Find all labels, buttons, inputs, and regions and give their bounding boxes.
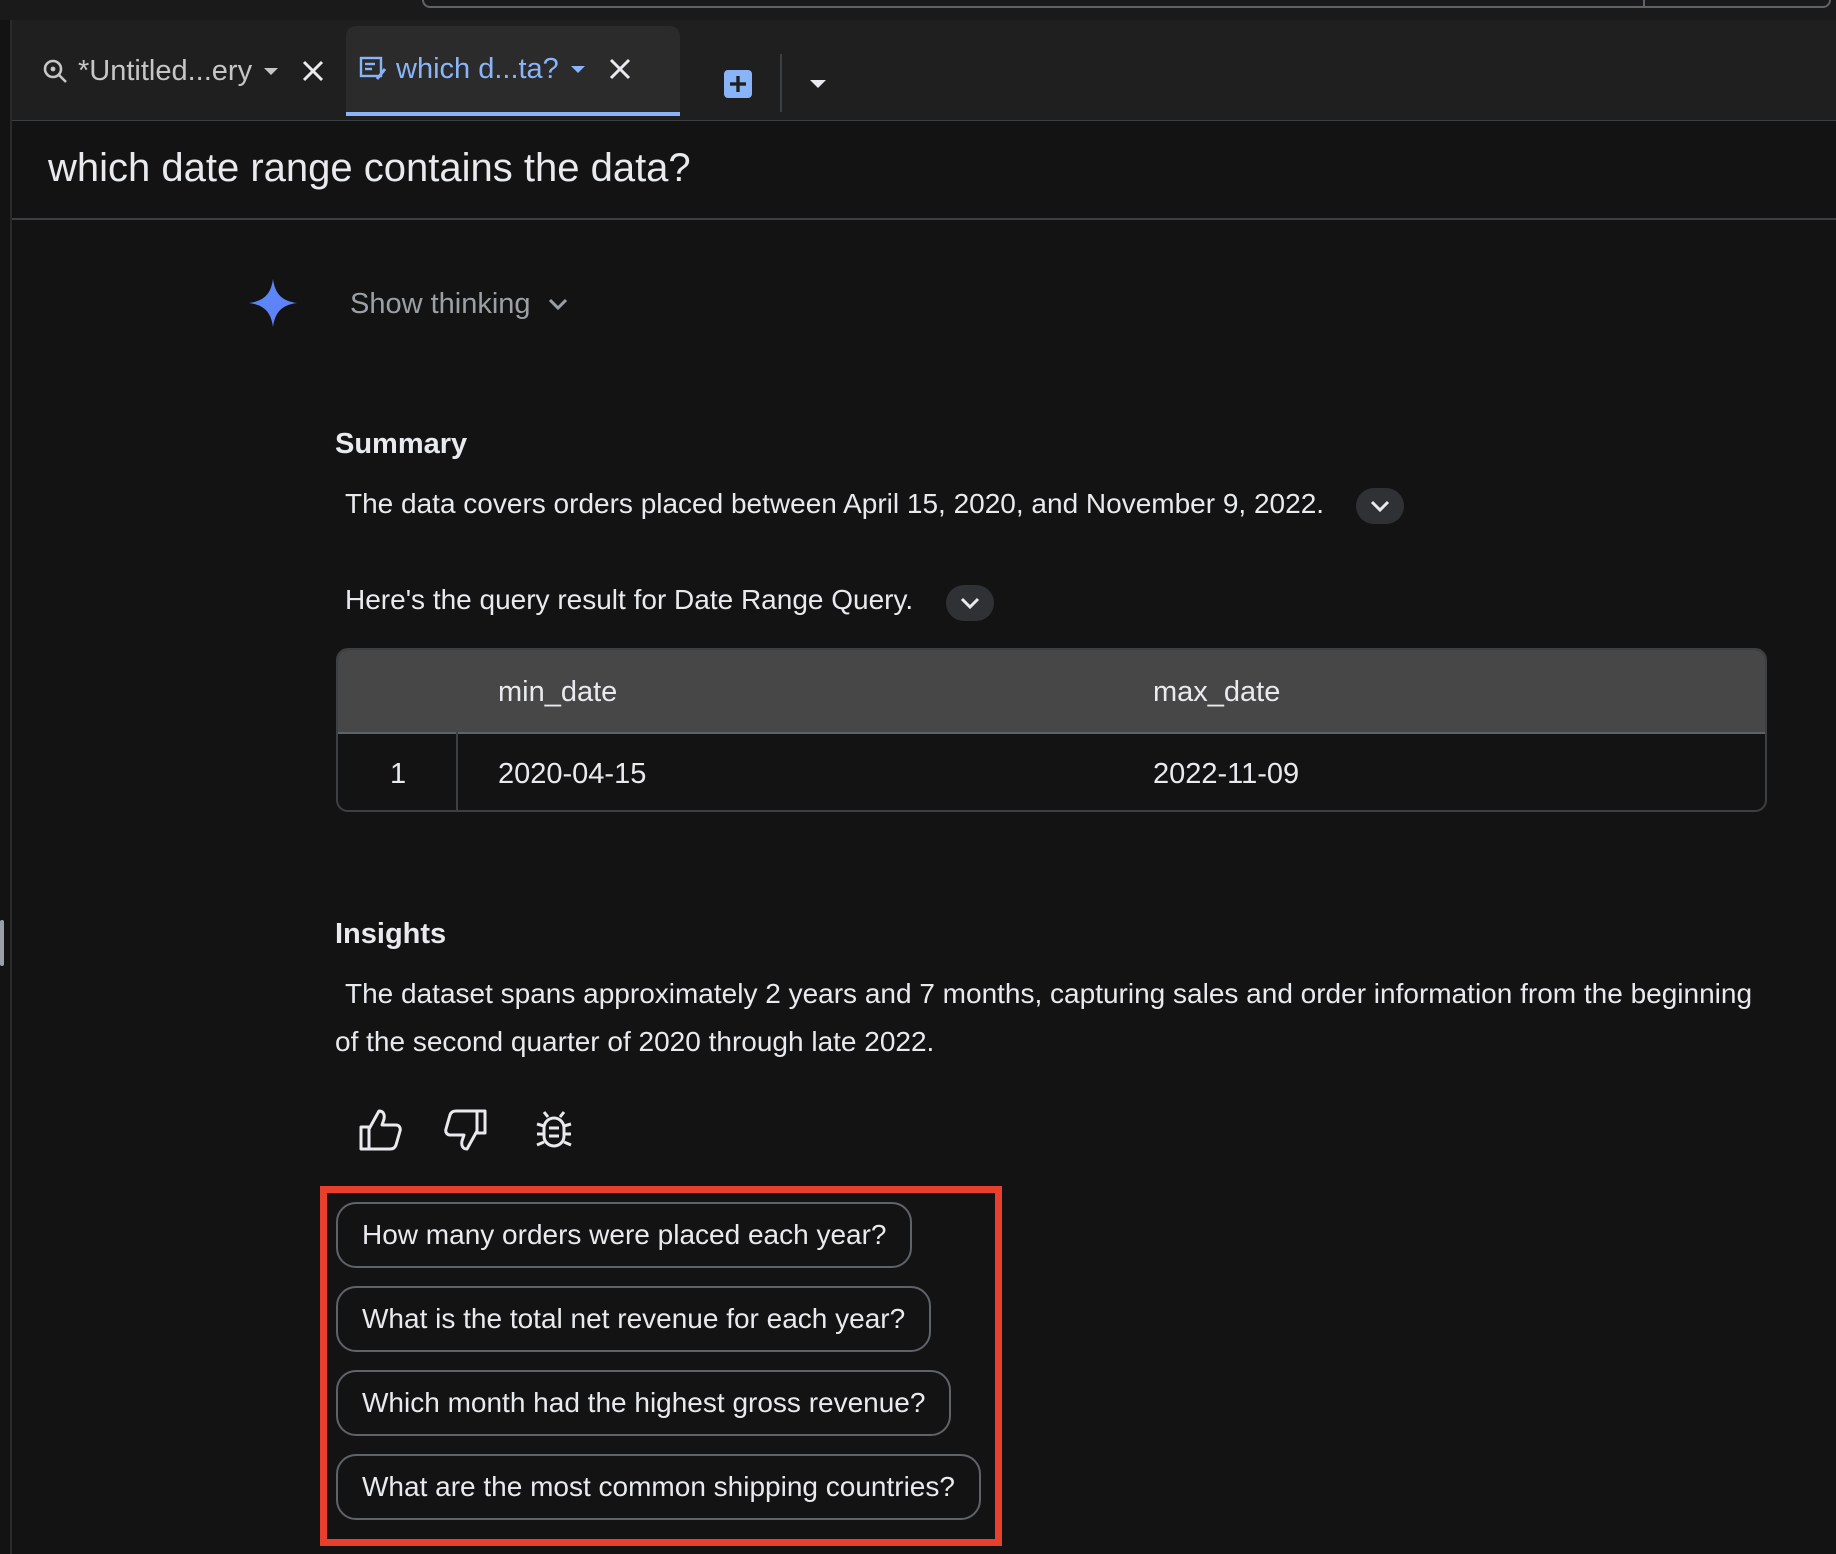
tab-which-data[interactable]: which d...ta? <box>346 26 680 116</box>
column-header-min-date[interactable]: min_date <box>498 676 617 709</box>
left-resize-handle[interactable] <box>0 920 4 966</box>
tab-label: which d...ta? <box>396 52 559 85</box>
insights-heading: Insights <box>335 918 447 950</box>
row-number-divider <box>456 732 458 810</box>
caret-down-icon <box>810 80 826 88</box>
more-tabs-button[interactable] <box>800 64 836 104</box>
close-icon[interactable] <box>603 52 637 86</box>
summary-expand-button[interactable] <box>1356 488 1404 524</box>
tab-untitled-query[interactable]: *Untitled...ery <box>28 26 344 116</box>
thumbs-down-icon <box>444 1109 487 1151</box>
chevron-down-icon <box>960 597 980 610</box>
tab-divider <box>780 54 782 112</box>
tab-label: *Untitled...ery <box>78 54 253 87</box>
query-result-table: min_date max_date 1 2020-04-15 2022-11-0… <box>336 648 1767 812</box>
top-search-field-edge[interactable] <box>422 0 1831 8</box>
chevron-down-icon <box>1370 500 1390 513</box>
top-toolbar-strip <box>0 0 1836 20</box>
suggestion-chip[interactable]: How many orders were placed each year? <box>336 1202 913 1268</box>
report-bug-button[interactable] <box>528 1104 580 1156</box>
thumbs-down-button[interactable] <box>440 1104 492 1156</box>
query-expand-button[interactable] <box>946 585 994 621</box>
thumbs-up-icon <box>359 1109 402 1151</box>
chevron-down-icon[interactable] <box>264 67 279 75</box>
insights-text: The dataset spans approximately 2 years … <box>335 978 1753 1057</box>
chevron-down-icon <box>543 289 573 319</box>
query-result-text: Here's the query result for Date Range Q… <box>345 584 914 615</box>
suggestion-chip[interactable]: What are the most common shipping countr… <box>336 1454 981 1520</box>
min-date-cell: 2020-04-15 <box>498 758 647 790</box>
column-header-max-date[interactable]: max_date <box>1153 676 1280 709</box>
show-thinking-toggle[interactable]: Show thinking <box>350 284 573 324</box>
summary-heading: Summary <box>335 428 468 460</box>
close-icon[interactable] <box>296 54 330 88</box>
gemini-sparkle-icon <box>248 278 298 328</box>
suggestion-chip[interactable]: What is the total net revenue for each y… <box>336 1286 932 1352</box>
max-date-cell: 2022-11-09 <box>1153 758 1300 790</box>
summary-text: The data covers orders placed between Ap… <box>345 488 1325 519</box>
chat-edit-icon <box>356 52 390 86</box>
plus-box-icon <box>724 70 752 98</box>
add-tab-button[interactable] <box>718 64 758 104</box>
top-divider <box>1643 0 1645 8</box>
row-number-cell: 1 <box>390 758 407 790</box>
query-search-icon <box>38 54 72 88</box>
chevron-down-icon[interactable] <box>570 65 585 73</box>
show-thinking-label: Show thinking <box>350 287 531 320</box>
suggestion-chip[interactable]: Which month had the highest gross revenu… <box>336 1370 952 1436</box>
title-divider <box>12 218 1836 220</box>
page-title: which date range contains the data? <box>48 146 691 190</box>
bug-icon <box>536 1111 572 1148</box>
left-panel-border <box>10 20 12 1554</box>
thumbs-up-button[interactable] <box>354 1104 406 1156</box>
